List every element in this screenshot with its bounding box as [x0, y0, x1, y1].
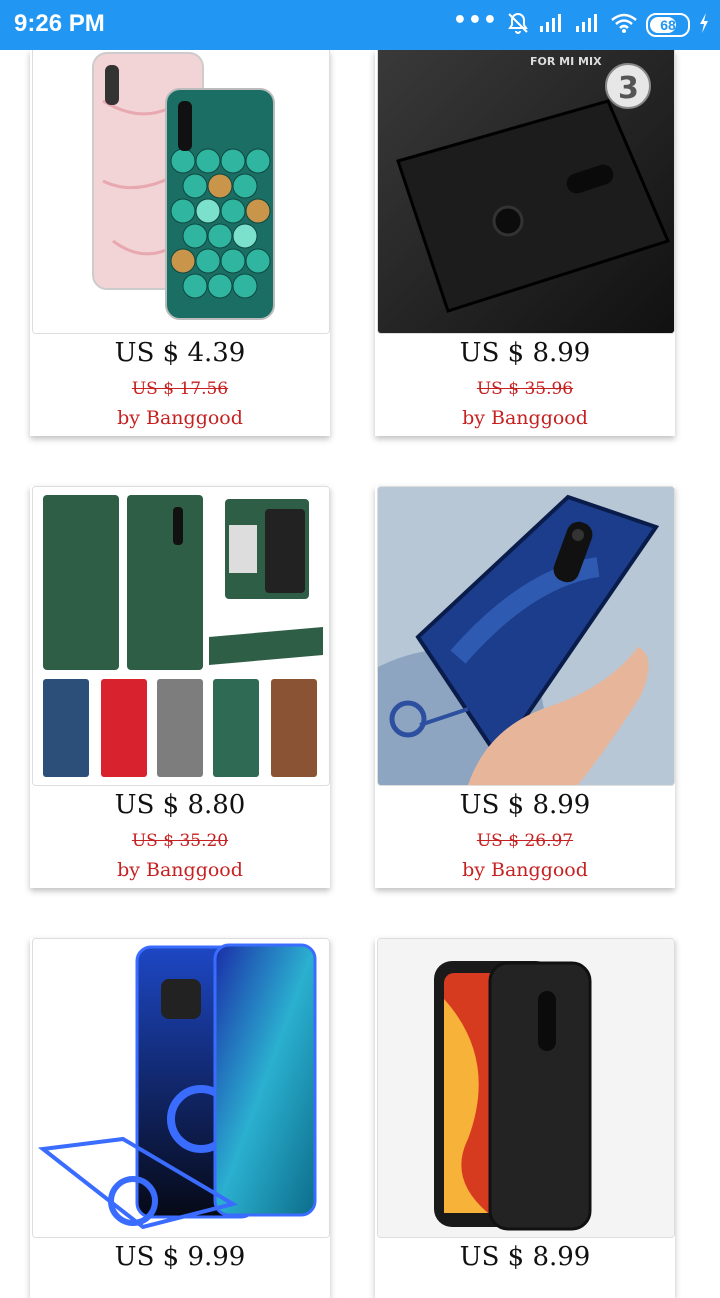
badge-number: 3: [618, 71, 639, 106]
wifi-icon: [610, 12, 638, 38]
charging-icon: [698, 12, 710, 38]
seller-label: by Banggood: [117, 859, 243, 881]
product-card[interactable]: US $ 8.99 US $ 26.97 by Banggood: [375, 486, 675, 888]
seller-label: by Banggood: [117, 407, 243, 429]
signal-icon-2: [574, 12, 602, 38]
product-price: US $ 9.99: [114, 1242, 246, 1272]
product-price: US $ 8.99: [459, 338, 591, 368]
seller-label: by Banggood: [462, 407, 588, 429]
product-price: US $ 8.80: [114, 790, 246, 820]
signal-icon-1: [538, 12, 566, 38]
status-bar: 9:26 PM ••• 68: [0, 0, 720, 50]
status-icons: ••• 68: [452, 7, 710, 40]
product-card[interactable]: FOR MI MIX 3 US $ 8.99 US $ 35.96 by Ban…: [375, 40, 675, 436]
product-card[interactable]: US $ 8.99: [375, 938, 675, 1298]
product-card[interactable]: US $ 4.39 US $ 17.56 by Banggood: [30, 40, 330, 436]
more-notifications-icon: •••: [452, 7, 498, 33]
product-card[interactable]: US $ 8.80 US $ 35.20 by Banggood: [30, 486, 330, 888]
product-price: US $ 8.99: [459, 1242, 591, 1272]
original-price: US $ 26.97: [476, 831, 574, 851]
product-image-clear-blue-ring-case[interactable]: [32, 938, 330, 1238]
original-price: US $ 35.96: [476, 379, 574, 399]
original-price: US $ 35.20: [131, 831, 229, 851]
product-price: US $ 4.39: [114, 338, 246, 368]
product-image-black-shockproof-case[interactable]: [377, 938, 675, 1238]
original-price: US $ 17.56: [131, 379, 229, 399]
battery-icon: 68: [646, 13, 690, 37]
product-card[interactable]: US $ 9.99: [30, 938, 330, 1298]
seller-label: by Banggood: [462, 859, 588, 881]
product-image-leather-flip-cases[interactable]: [32, 486, 330, 786]
product-image-black-fabric-case[interactable]: FOR MI MIX 3: [377, 40, 675, 334]
product-price: US $ 8.99: [459, 790, 591, 820]
alarm-off-icon: [506, 11, 530, 39]
badge-text: FOR MI MIX: [530, 55, 602, 68]
product-image-blue-frameless-case[interactable]: [377, 486, 675, 786]
battery-level: 68: [660, 17, 676, 33]
product-image-marble-mermaid-cases[interactable]: [32, 40, 330, 334]
clock: 9:26 PM: [14, 10, 105, 37]
